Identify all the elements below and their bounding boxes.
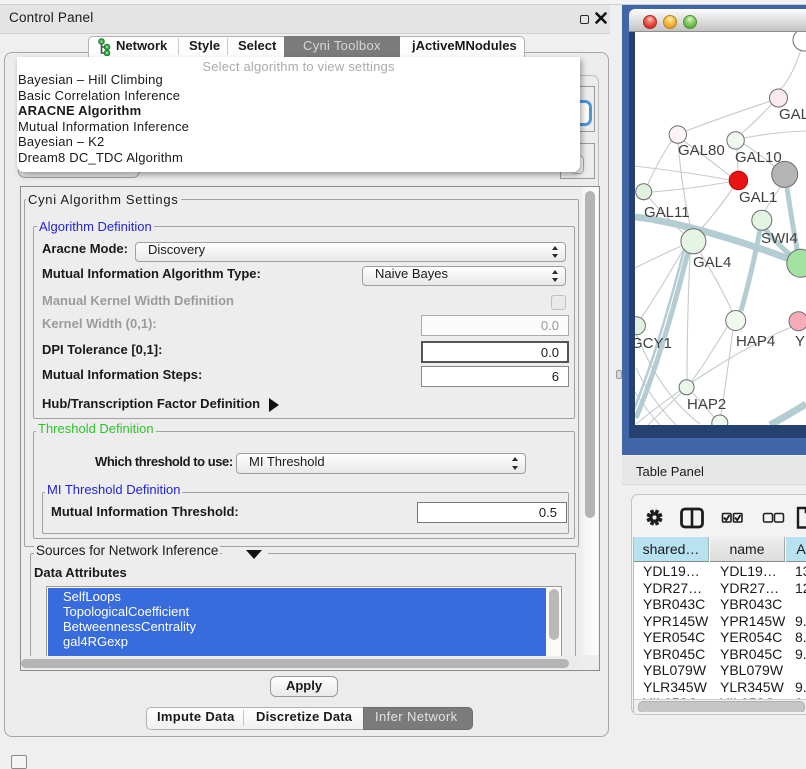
- svg-text:GCY1: GCY1: [635, 335, 672, 352]
- svg-text:SWI4: SWI4: [761, 230, 798, 247]
- svg-text:GAL2: GAL2: [779, 106, 806, 123]
- svg-text:HAP2: HAP2: [687, 396, 726, 413]
- svg-text:GAL11: GAL11: [644, 204, 690, 221]
- svg-text:GAL80: GAL80: [678, 142, 725, 159]
- svg-text:YD: YD: [795, 333, 806, 350]
- svg-text:GAL1: GAL1: [739, 189, 777, 206]
- svg-text:GAL4: GAL4: [693, 254, 731, 271]
- svg-text:GAL10: GAL10: [735, 149, 782, 166]
- svg-text:HAP4: HAP4: [736, 333, 775, 350]
